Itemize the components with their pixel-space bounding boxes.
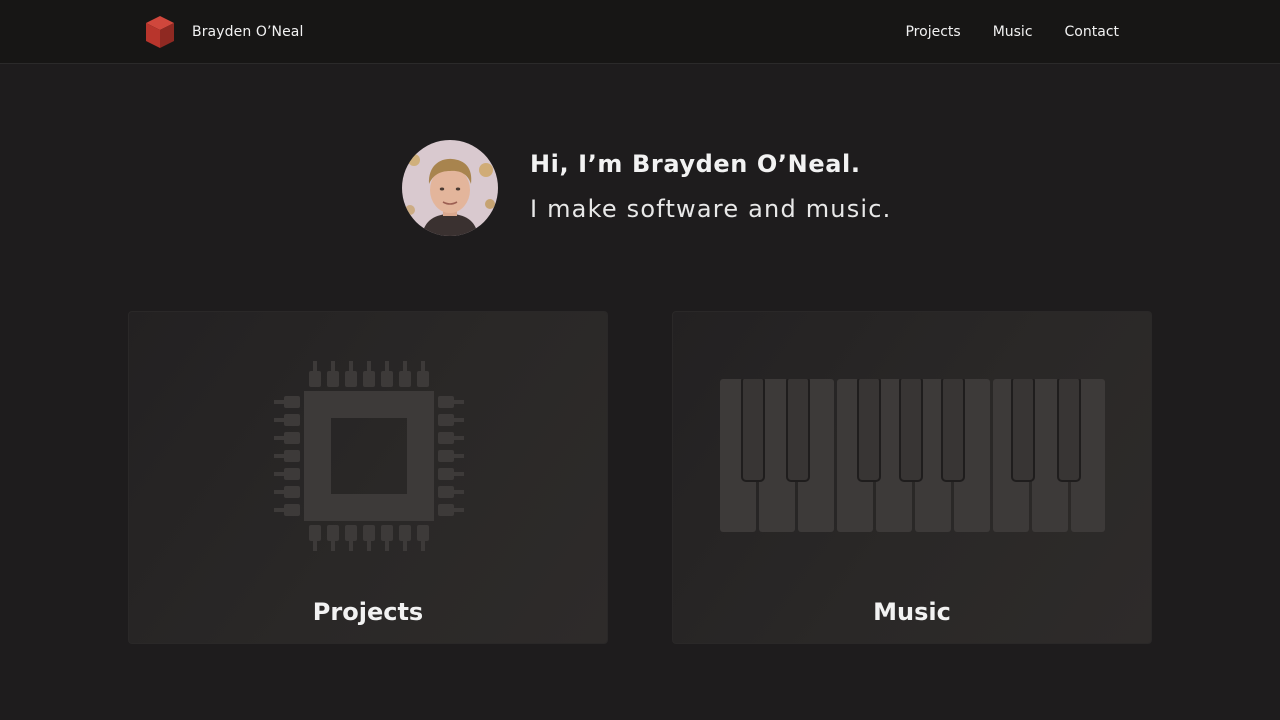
music-card[interactable]: Music	[672, 311, 1152, 644]
brand-name: Brayden O’Neal	[192, 24, 304, 40]
avatar	[402, 140, 498, 236]
projects-card[interactable]: Projects	[128, 311, 608, 644]
hero-section: Hi, I’m Brayden O’Neal. I make software …	[402, 140, 922, 236]
main-nav: Projects Music Contact	[905, 0, 1119, 64]
nav-contact-link[interactable]: Contact	[1065, 24, 1119, 40]
hero-subtitle: I make software and music.	[530, 195, 892, 223]
music-card-label: Music	[873, 598, 951, 626]
nav-music-link[interactable]: Music	[993, 24, 1033, 40]
nav-projects-link[interactable]: Projects	[905, 24, 960, 40]
brand-home-link[interactable]: Brayden O’Neal	[144, 14, 303, 50]
piano-keyboard-icon	[720, 379, 1105, 532]
profile-photo-icon	[402, 140, 498, 236]
projects-card-label: Projects	[312, 598, 424, 626]
microchip-icon	[274, 361, 464, 551]
site-header: Brayden O’Neal Projects Music Contact	[0, 0, 1280, 64]
hero-title: Hi, I’m Brayden O’Neal.	[530, 150, 861, 178]
red-cube-logo-icon	[146, 16, 174, 48]
